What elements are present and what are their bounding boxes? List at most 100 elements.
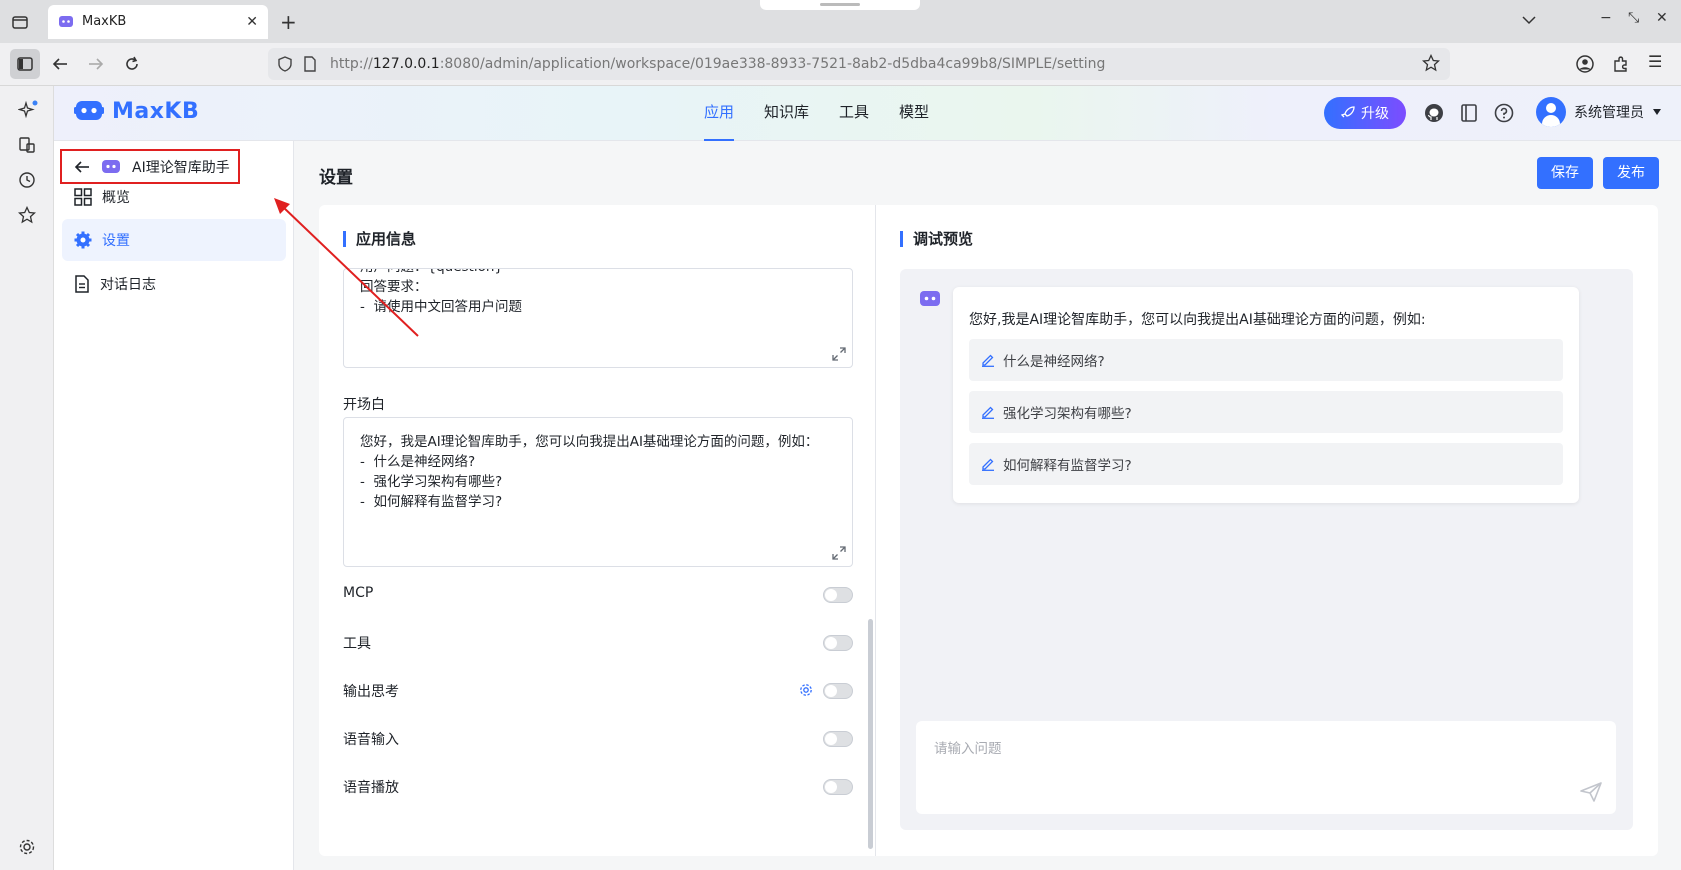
browser-settings-gear-icon[interactable] [18,838,36,856]
tab-title: MaxKB [82,14,127,29]
voice-input-toggle[interactable] [823,731,853,747]
menu-icon[interactable]: ☰ [1648,52,1662,71]
ai-sparkle-icon[interactable] [18,100,38,120]
settings-card: 应用信息 用户问题：{question} 回答要求： - 请使用中文回答用户问题… [319,205,1658,856]
greeting-text: 您好,我是AI理论智库助手，您可以向我提出AI基础理论方面的问题，例如: [969,312,1426,328]
chat-preview: 您好,我是AI理论智库助手，您可以向我提出AI基础理论方面的问题，例如: 什么是… [900,269,1633,830]
window-drag-handle[interactable] [760,0,920,10]
grid-icon [74,188,92,206]
panel-scrollbar[interactable] [868,619,873,849]
debug-preview-title: 调试预览 [900,231,973,247]
restore-icon[interactable]: ⤡ [1628,10,1639,26]
expand-icon[interactable] [832,347,846,361]
tab-list-chevron-icon[interactable] [1522,15,1536,25]
gear-icon [74,231,92,249]
tools-toggle[interactable] [823,635,853,651]
opening-line: - 什么是神经网络? [360,454,476,470]
app-avatar-icon [102,159,120,173]
maxkb-logo-icon [74,101,104,120]
bookmarks-star-icon[interactable] [18,206,36,224]
save-button[interactable]: 保存 [1537,157,1593,189]
suggestion-item[interactable]: 如何解释有监督学习? [969,443,1563,485]
app-sidebar: AI理论智库助手 概览 设置 对话日志 [54,141,294,870]
opening-line: - 强化学习架构有哪些? [360,474,503,490]
toggle-label: 语音输入 [343,732,399,748]
url-host: 127.0.0.1 [372,56,440,72]
mcp-toggle[interactable] [823,587,853,603]
rocket-icon [1341,106,1355,118]
upgrade-button[interactable]: 升级 [1324,97,1406,129]
user-menu[interactable]: 系统管理员 [1536,97,1662,127]
main-content: 设置 保存 发布 应用信息 用户问题：{question} 回答要求： - 请使… [295,141,1681,870]
tab-overview-icon[interactable] [10,12,30,32]
debug-preview-panel: 调试预览 您好,我是AI理论智库助手，您可以向我提出AI基础理论方面的问题，例如… [876,205,1658,856]
browser-sidebar [0,86,54,870]
sidebar-toggle-button[interactable] [10,49,40,79]
opening-textarea[interactable]: 您好，我是AI理论智库助手，您可以向我提出AI基础理论方面的问题，例如： - 什… [343,417,853,567]
suggestion-text: 什么是神经网络? [1003,354,1105,370]
toggle-row-mcp: MCP [343,585,853,605]
opening-label: 开场白 [343,397,385,413]
sidebar-item-label: 概览 [102,190,130,206]
browser-tab-bar: MaxKB ✕ + − ⤡ ✕ [0,0,1681,43]
window-close-icon[interactable]: ✕ [1656,10,1668,26]
arrow-left-icon[interactable] [74,160,90,174]
reload-icon[interactable] [124,56,140,72]
top-nav-models[interactable]: 模型 [899,86,929,141]
sidebar-item-label: 设置 [102,233,130,249]
toggle-row-output-thinking: 输出思考 [343,681,853,701]
bot-avatar-icon [920,291,940,306]
suggestion-item[interactable]: 什么是神经网络? [969,339,1563,381]
tab-close-icon[interactable]: ✕ [246,14,258,30]
edit-pen-icon [982,354,994,367]
opening-line: 您好，我是AI理论智库助手，您可以向我提出AI基础理论方面的问题，例如： [360,434,819,450]
browser-tab[interactable]: MaxKB ✕ [48,5,268,39]
page-title: 设置 [319,168,353,188]
voice-playback-toggle[interactable] [823,779,853,795]
top-nav-knowledge[interactable]: 知识库 [764,86,809,141]
document-icon [75,275,89,293]
url-text: http://127.0.0.1:8080/admin/application/… [330,56,1105,72]
edit-pen-icon [982,458,994,471]
sidebar-item-settings[interactable]: 设置 [62,219,286,261]
app-header: MaxKB 应用 知识库 工具 模型 升级 系统管理员 [54,86,1681,141]
shield-icon[interactable] [278,56,292,72]
suggestion-item[interactable]: 强化学习架构有哪些? [969,391,1563,433]
top-nav-applications[interactable]: 应用 [704,86,735,141]
github-icon[interactable] [1424,103,1444,123]
bookmark-star-icon[interactable] [1422,54,1440,72]
history-icon[interactable] [18,171,36,189]
help-icon[interactable] [1494,103,1514,123]
back-icon[interactable] [52,56,68,72]
thinking-settings-gear-icon[interactable] [799,683,813,697]
extensions-icon[interactable] [1612,55,1630,73]
upgrade-label: 升级 [1361,106,1389,122]
bot-message: 您好,我是AI理论智库助手，您可以向我提出AI基础理论方面的问题，例如: 什么是… [953,287,1579,503]
page-info-icon[interactable] [304,56,316,72]
suggestion-text: 如何解释有监督学习? [1003,458,1132,474]
chat-input[interactable]: 请输入问题 [916,721,1616,814]
sidebar-item-overview[interactable]: 概览 [62,176,286,218]
send-icon[interactable] [1580,782,1602,802]
sidebar-icon [17,57,33,71]
output-thinking-toggle[interactable] [823,683,853,699]
expand-icon[interactable] [832,546,846,560]
edit-pen-icon [982,406,994,419]
top-nav-tools[interactable]: 工具 [839,86,869,141]
address-bar[interactable]: http://127.0.0.1:8080/admin/application/… [268,48,1450,80]
sidebar-item-chat-logs[interactable]: 对话日志 [62,263,286,305]
browser-nav-bar: http://127.0.0.1:8080/admin/application/… [0,43,1681,86]
new-tab-icon[interactable]: + [280,10,297,34]
synced-tabs-icon[interactable] [18,136,36,154]
account-icon[interactable] [1576,55,1594,73]
suggestion-text: 强化学习架构有哪些? [1003,406,1132,422]
maxkb-logo[interactable]: MaxKB [74,98,199,124]
toggle-label: 工具 [343,636,371,652]
docs-book-icon[interactable] [1460,103,1478,123]
caret-down-icon [1653,109,1661,115]
toggle-row-tools: 工具 [343,633,853,653]
minimize-icon[interactable]: − [1600,10,1612,26]
publish-button[interactable]: 发布 [1603,157,1659,189]
forward-icon[interactable] [88,56,104,72]
maxkb-favicon-icon [59,16,73,27]
